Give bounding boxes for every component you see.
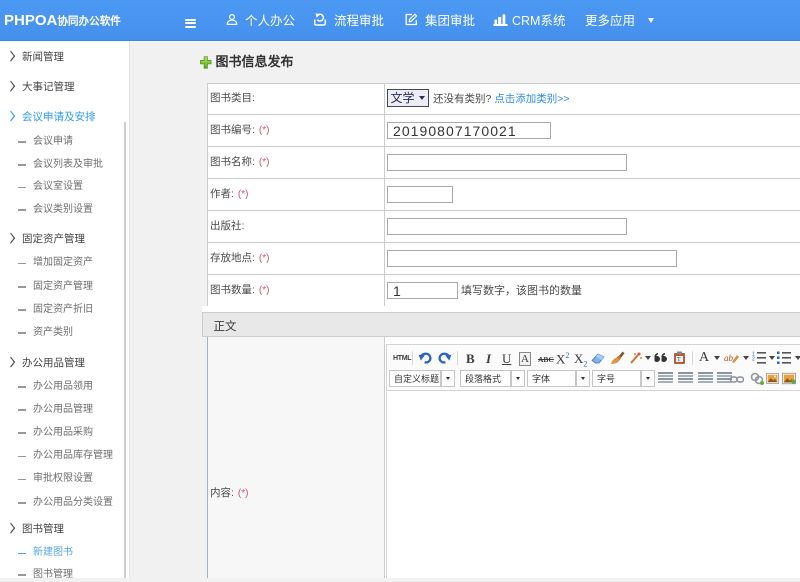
svg-text:ab: ab: [724, 353, 734, 363]
svg-text:2: 2: [752, 357, 755, 363]
svg-text:T: T: [677, 357, 681, 363]
